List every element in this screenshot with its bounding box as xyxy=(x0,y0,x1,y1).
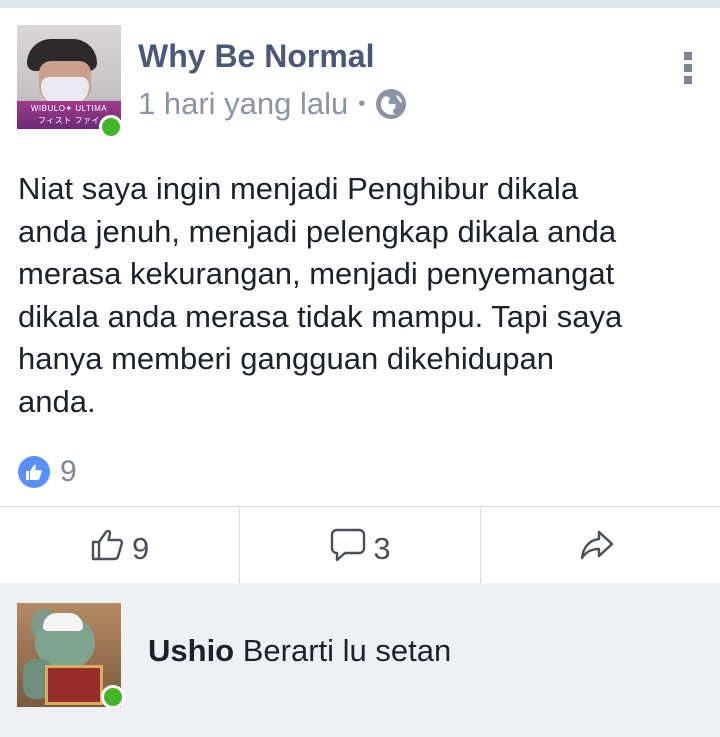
avatar-image: WIBULO✦ ULTIMA フィスト ファイ xyxy=(17,25,121,129)
comment-button[interactable]: 3 xyxy=(239,507,479,591)
commenter-avatar[interactable] xyxy=(17,603,125,709)
post-meta: 1 hari yang lalu • xyxy=(138,84,407,124)
comment-bubble-icon xyxy=(329,527,367,571)
reaction-count: 9 xyxy=(60,455,77,488)
post-body-text: Niat saya ingin menjadi Penghibur dikala… xyxy=(18,171,623,419)
comment-text: Berarti lu setan xyxy=(242,633,452,668)
post-actions-bar: 9 3 xyxy=(0,507,720,591)
post-timestamp[interactable]: 1 hari yang lalu xyxy=(138,86,348,122)
like-bubble-icon xyxy=(18,456,50,488)
globe-icon xyxy=(375,88,407,120)
post-card: WIBULO✦ ULTIMA フィスト ファイ Why Be Normal 1 … xyxy=(0,8,720,591)
vertical-ellipsis-icon[interactable] xyxy=(678,52,698,100)
thumbs-up-icon xyxy=(90,528,126,570)
commenter-online-icon xyxy=(101,685,125,709)
like-count: 9 xyxy=(132,531,150,566)
share-arrow-icon xyxy=(579,529,615,569)
author-avatar[interactable]: WIBULO✦ ULTIMA フィスト ファイ xyxy=(17,25,123,139)
comment-section: Ushio Berarti lu setan xyxy=(0,583,720,737)
comment: Ushio Berarti lu setan xyxy=(148,633,451,669)
top-strip xyxy=(0,0,720,8)
share-button[interactable] xyxy=(479,507,720,591)
author-name[interactable]: Why Be Normal xyxy=(138,38,374,75)
reaction-summary[interactable]: 9 xyxy=(18,455,77,489)
commenter-name[interactable]: Ushio xyxy=(148,633,234,668)
comment-count: 3 xyxy=(373,531,391,566)
like-button[interactable]: 9 xyxy=(0,507,239,591)
meta-separator: • xyxy=(358,92,366,115)
online-status-icon xyxy=(99,115,123,139)
